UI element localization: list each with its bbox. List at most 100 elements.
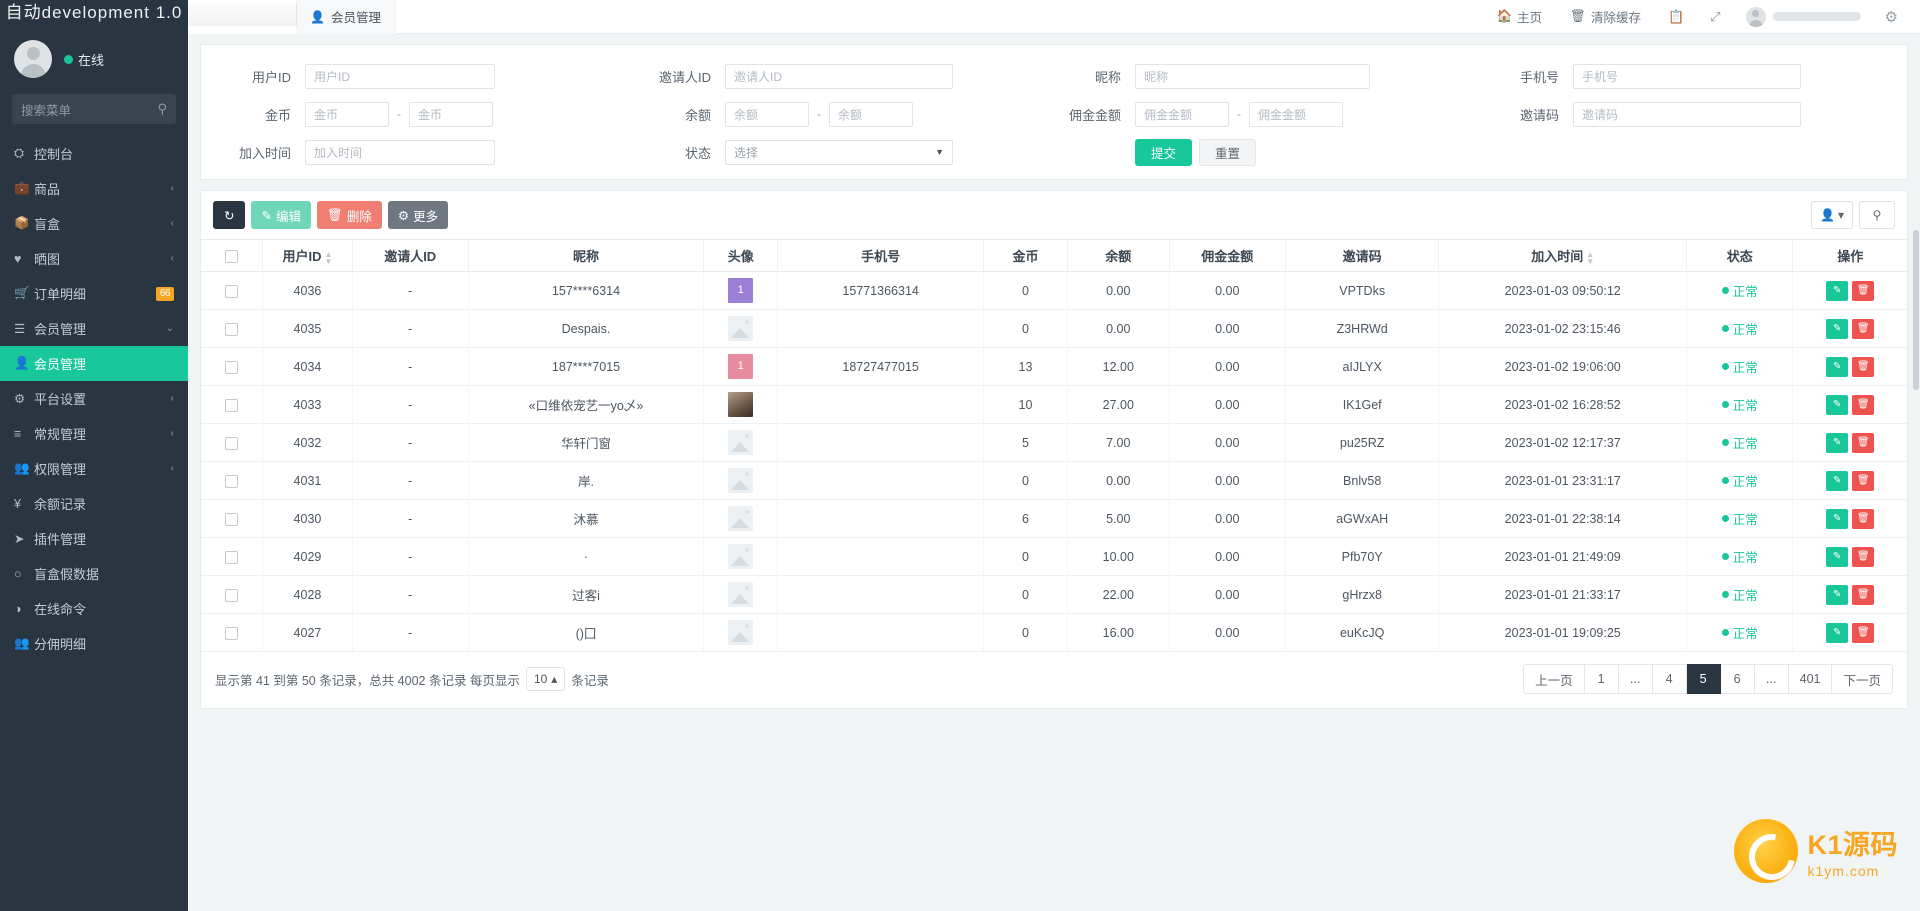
- more-button[interactable]: ⚙ 更多: [387, 201, 449, 229]
- search-input-phone[interactable]: 手机号: [1573, 63, 1801, 89]
- row-edit-button[interactable]: ✎: [1826, 432, 1849, 453]
- sidebar-collapse-toggle[interactable]: [188, 0, 297, 34]
- row-delete-button[interactable]: 🗑: [1852, 356, 1875, 377]
- row-delete-button[interactable]: 🗑: [1852, 508, 1875, 529]
- column-header-0[interactable]: 用户ID ▲ ▼: [262, 239, 353, 272]
- status-select[interactable]: 选择 ▼: [725, 139, 953, 165]
- checkbox-icon[interactable]: [225, 512, 239, 526]
- checkbox-icon[interactable]: [225, 284, 239, 298]
- note-icon[interactable]: 📋: [1655, 0, 1697, 34]
- page-scrollbar[interactable]: [1913, 230, 1919, 390]
- checkbox-icon[interactable]: [225, 436, 239, 450]
- sidebar-item-0[interactable]: ⛭ 控制台: [0, 136, 188, 171]
- columns-button[interactable]: 👤 ▾: [1811, 201, 1853, 229]
- checkbox-icon[interactable]: [225, 360, 239, 374]
- sidebar-item-1[interactable]: 💼 商品 ‹: [0, 171, 188, 206]
- row-checkbox[interactable]: [201, 309, 264, 348]
- search-input-inviter-id[interactable]: 邀请人ID: [725, 63, 953, 89]
- sort-icon[interactable]: ▲ ▼: [325, 250, 333, 265]
- submit-button[interactable]: 提交: [1135, 138, 1193, 166]
- row-delete-button[interactable]: 🗑: [1852, 546, 1875, 567]
- table-row[interactable]: 4034-187****7015 1 18727477015 13 12.00 0.00 a…: [201, 347, 1907, 386]
- checkbox-icon[interactable]: [225, 250, 239, 264]
- row-checkbox[interactable]: [201, 385, 264, 424]
- sidebar-item-9[interactable]: 👥 权限管理 ‹: [0, 451, 188, 486]
- table-row[interactable]: 4036-157****6314 1 15771366314 0 0.00 0.00 VPT…: [201, 271, 1907, 310]
- table-row[interactable]: 4028- 过客i 0 22.00 0.00 gHrzx8 2023-01-01 21:33…: [201, 575, 1907, 614]
- reset-button[interactable]: 重置: [1199, 138, 1257, 166]
- row-delete-button[interactable]: 🗑: [1852, 622, 1875, 643]
- pagination-item-1[interactable]: 1: [1584, 664, 1619, 694]
- sidebar-item-13[interactable]: ◑ 在线命令: [0, 591, 188, 626]
- row-checkbox[interactable]: [201, 423, 264, 462]
- row-checkbox[interactable]: [201, 461, 264, 500]
- row-delete-button[interactable]: 🗑: [1852, 318, 1875, 339]
- table-row[interactable]: 4027- ()囗 0 16.00 0.00 euKcJQ 2023-01-01 19:09…: [201, 613, 1907, 652]
- row-delete-button[interactable]: 🗑: [1852, 280, 1875, 301]
- pagination-item-3[interactable]: 4: [1652, 664, 1687, 694]
- table-row[interactable]: 4033- «口维依宠艺一yo乄» 10 27.00 0.00 IK1Gef 2023-01…: [201, 385, 1907, 424]
- table-search-button[interactable]: ⚲: [1859, 201, 1895, 229]
- edit-button[interactable]: ✎ 编辑: [251, 201, 311, 229]
- row-edit-button[interactable]: ✎: [1826, 470, 1849, 491]
- search-input-balance-to[interactable]: 余额: [829, 101, 913, 127]
- menu-search-input[interactable]: 搜索菜单 ⚲: [12, 94, 176, 124]
- gear-icon[interactable]: ⚙: [1869, 8, 1908, 26]
- row-checkbox[interactable]: [201, 271, 264, 310]
- sort-icon[interactable]: ▲ ▼: [1586, 250, 1594, 265]
- fullscreen-icon[interactable]: ⤢: [1697, 0, 1733, 34]
- search-input-join-time[interactable]: 加入时间: [305, 139, 495, 165]
- delete-button[interactable]: 🗑 删除: [316, 201, 382, 229]
- sidebar-item-8[interactable]: ≡ 常规管理 ‹: [0, 416, 188, 451]
- table-row[interactable]: 4029- · 0 10.00 0.00 Pfb70Y 2023-01-01 21:49:0…: [201, 537, 1907, 576]
- column-header-9[interactable]: 加入时间 ▲ ▼: [1438, 239, 1688, 272]
- row-edit-button[interactable]: ✎: [1826, 394, 1849, 415]
- search-input-balance-from[interactable]: 余额: [725, 101, 809, 127]
- table-row[interactable]: 4035- Despais. 0 0.00 0.00 Z3HRWd 2023-01-02 2…: [201, 309, 1907, 348]
- row-checkbox[interactable]: [201, 575, 264, 614]
- search-input-nickname[interactable]: 昵称: [1135, 63, 1370, 89]
- table-row[interactable]: 4031- 岸. 0 0.00 0.00 Bnlv58 2023-01-01 23:31:1…: [201, 461, 1907, 500]
- search-input-coins-from[interactable]: 金币: [305, 101, 389, 127]
- sidebar-item-2[interactable]: 📦 盲盒 ‹: [0, 206, 188, 241]
- search-input-commission-to[interactable]: 佣金金额: [1249, 101, 1343, 127]
- sidebar-item-14[interactable]: 👥 分佣明细: [0, 626, 188, 661]
- pagination-item-2[interactable]: ...: [1618, 664, 1653, 694]
- search-input-invite-code[interactable]: 邀请码: [1573, 101, 1801, 127]
- row-checkbox[interactable]: [201, 499, 264, 538]
- pagination-item-5[interactable]: 6: [1720, 664, 1755, 694]
- clear-cache-button[interactable]: 🗑 清除缓存: [1556, 0, 1655, 34]
- table-row[interactable]: 4032- 华轩门窗 5 7.00 0.00 pu25RZ 2023-01-02 12:17…: [201, 423, 1907, 462]
- home-button[interactable]: 🏠 主页: [1482, 0, 1556, 34]
- row-edit-button[interactable]: ✎: [1826, 318, 1849, 339]
- row-edit-button[interactable]: ✎: [1826, 508, 1849, 529]
- row-delete-button[interactable]: 🗑: [1852, 394, 1875, 415]
- search-input-commission-from[interactable]: 佣金金额: [1135, 101, 1229, 127]
- sidebar-item-6[interactable]: 👤 会员管理: [0, 346, 188, 381]
- row-edit-button[interactable]: ✎: [1826, 584, 1849, 605]
- row-delete-button[interactable]: 🗑: [1852, 584, 1875, 605]
- user-menu[interactable]: [1734, 6, 1869, 27]
- select-all-checkbox[interactable]: [201, 239, 264, 272]
- row-delete-button[interactable]: 🗑: [1852, 470, 1875, 491]
- row-checkbox[interactable]: [201, 537, 264, 576]
- search-input-coins-to[interactable]: 金币: [409, 101, 493, 127]
- row-delete-button[interactable]: 🗑: [1852, 432, 1875, 453]
- sidebar-item-10[interactable]: ¥ 余额记录: [0, 486, 188, 521]
- row-edit-button[interactable]: ✎: [1826, 280, 1849, 301]
- checkbox-icon[interactable]: [225, 474, 239, 488]
- refresh-button[interactable]: ↻: [213, 201, 246, 229]
- pagination-item-4[interactable]: 5: [1686, 664, 1721, 694]
- checkbox-icon[interactable]: [225, 398, 239, 412]
- row-edit-button[interactable]: ✎: [1826, 546, 1849, 567]
- search-input-user-id[interactable]: 用户ID: [305, 63, 495, 89]
- sidebar-item-11[interactable]: ➤ 插件管理: [0, 521, 188, 556]
- checkbox-icon[interactable]: [225, 322, 239, 336]
- row-edit-button[interactable]: ✎: [1826, 356, 1849, 377]
- pagination-item-0[interactable]: 上一页: [1523, 664, 1585, 694]
- sidebar-item-7[interactable]: ⚙ 平台设置 ‹: [0, 381, 188, 416]
- pagination-item-6[interactable]: ...: [1754, 664, 1789, 694]
- pagination-item-8[interactable]: 下一页: [1832, 664, 1893, 694]
- row-checkbox[interactable]: [201, 347, 264, 386]
- page-size-select[interactable]: 10 ▴: [525, 667, 566, 691]
